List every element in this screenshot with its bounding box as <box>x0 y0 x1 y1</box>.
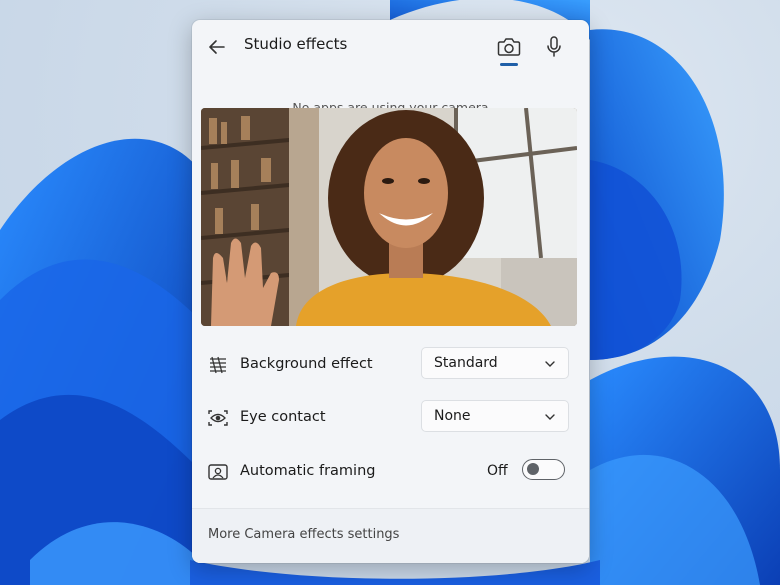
flyout-footer: More Camera effects settings <box>192 509 589 563</box>
selected-tab-indicator <box>500 63 518 66</box>
camera-icon <box>497 38 521 56</box>
camera-preview <box>201 108 577 326</box>
tab-camera[interactable] <box>495 33 523 73</box>
camera-preview-image <box>201 108 577 326</box>
background-blur-icon <box>210 356 226 374</box>
flyout-header: Studio effects <box>192 20 589 76</box>
framing-icon <box>208 464 228 480</box>
automatic-framing-label: Automatic framing <box>240 463 376 479</box>
flyout-title: Studio effects <box>244 35 348 53</box>
eye-contact-icon <box>208 410 228 426</box>
automatic-framing-row: Automatic framing Off <box>192 454 589 490</box>
eye-contact-label: Eye contact <box>240 409 326 425</box>
automatic-framing-state: Off <box>487 463 508 479</box>
background-effect-dropdown[interactable]: Standard <box>421 347 569 379</box>
tab-microphone[interactable] <box>540 33 568 61</box>
studio-effects-flyout: Studio effects No apps are using your ca… <box>192 20 589 563</box>
background-effect-label: Background effect <box>240 356 373 372</box>
microphone-icon <box>547 36 561 57</box>
back-arrow-icon[interactable] <box>206 36 228 58</box>
background-effect-value: Standard <box>434 355 498 371</box>
background-effect-row: Background effect Standard <box>192 347 589 383</box>
toggle-knob <box>527 463 539 475</box>
eye-contact-dropdown[interactable]: None <box>421 400 569 432</box>
chevron-down-icon <box>545 361 555 367</box>
chevron-down-icon <box>545 414 555 420</box>
automatic-framing-toggle[interactable] <box>522 459 565 480</box>
eye-contact-row: Eye contact None <box>192 400 589 436</box>
more-camera-effects-link[interactable]: More Camera effects settings <box>208 527 399 542</box>
eye-contact-value: None <box>434 408 471 424</box>
